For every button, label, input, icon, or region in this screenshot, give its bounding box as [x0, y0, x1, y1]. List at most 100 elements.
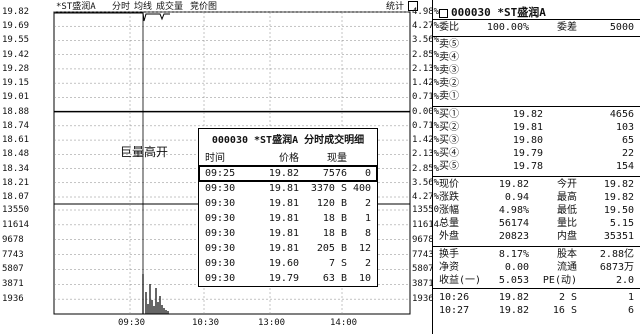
sell-level-cell: 卖② — [439, 78, 459, 89]
time-tick-label: 09:30 — [118, 318, 146, 328]
quote-stat-row-cell: 56174 — [498, 218, 529, 229]
buy-level-cell: 19.80 — [512, 135, 543, 146]
detail-cell: 19.79 — [268, 273, 299, 284]
buy-level-cell: 买③ — [439, 135, 459, 146]
price-tick-label: 18.74 — [2, 120, 30, 131]
pct-tick-label: 2.13% — [412, 63, 440, 74]
detail-cell: 19.81 — [268, 183, 299, 194]
detail-row[interactable]: 09:30 19.79 63 B 10 — [199, 271, 377, 286]
quote-stat-row: 现价 19.82 今开 19.82 — [439, 179, 634, 191]
pct-tick-label: 4.98% — [412, 7, 440, 17]
sell-level-cell — [473, 39, 543, 51]
tick-cell: 1 — [627, 292, 634, 303]
buy-level: 买② 19.81 103 — [439, 122, 634, 134]
pct-tick-label: 4.27% — [412, 21, 440, 32]
quote-stat-row-cell: 20823 — [498, 231, 529, 242]
sell-level-cell — [543, 52, 634, 64]
quote-stat-row-cell: 19.82 — [603, 192, 634, 203]
weicha-label: 委差 — [557, 22, 577, 33]
detail-row[interactable]: 09:30 19.60 7 S 2 — [199, 256, 377, 271]
sell-level-cell — [543, 91, 634, 103]
quote-stat-row-cell: 现价 — [439, 179, 459, 190]
detail-row[interactable]: 09:30 19.81 3370 S 400 — [199, 181, 377, 196]
detail-cell: 19.81 — [268, 213, 299, 224]
detail-cell: 19.81 — [268, 243, 299, 254]
tick-cell: 19.82 — [498, 305, 529, 316]
sell-level-cell — [543, 39, 634, 51]
pct-tick-label: 0.71% — [412, 92, 440, 103]
pct-tick-label: 2.13% — [412, 149, 440, 160]
time-tick-label: 10:30 — [192, 318, 220, 328]
detail-cell: 18 B — [322, 228, 347, 239]
detail-cell: 09:30 — [205, 213, 236, 224]
detail-cell: 120 B — [316, 198, 347, 209]
volume-tick-label-right: 7743 — [412, 249, 434, 260]
quote-stat-row-cell: 19.82 — [603, 179, 634, 190]
popup-header-row: 时间 价格 现量 — [199, 147, 377, 166]
detail-row[interactable]: 09:30 19.81 18 B 1 — [199, 211, 377, 226]
detail-cell: 2 — [364, 198, 371, 209]
quote-stat-row-cell: 最高 — [557, 192, 577, 203]
col-volume: 现量 — [327, 153, 347, 164]
volume-tick-label-right: 9678 — [412, 234, 434, 245]
price-tick-label: 18.48 — [2, 149, 30, 160]
stats-button[interactable]: 统计 — [386, 2, 404, 12]
chart-tab-junxian[interactable]: 均线 — [134, 2, 152, 12]
detail-cell: 205 B — [316, 243, 347, 254]
price-tick-label: 18.34 — [2, 163, 30, 174]
quote-stat-row: 涨幅 4.98% 最低 19.50 — [439, 205, 634, 217]
quote-stat-row-2-cell: 5.053 — [498, 275, 529, 286]
buy-level-cell: 19.79 — [512, 148, 543, 159]
volume-tick-label-right: 13550 — [412, 205, 440, 215]
chart-title-name: *ST盛润A — [56, 2, 96, 12]
quote-stat-row-2-cell: 0.00 — [504, 262, 529, 273]
weicha-value: 5000 — [609, 22, 634, 33]
buy-level: 买③ 19.80 65 — [439, 135, 634, 147]
quote-stat-row-cell: 5.15 — [609, 218, 634, 229]
volume-tick-label: 3871 — [2, 279, 24, 290]
detail-cell: 10 — [358, 273, 371, 284]
time-tick-label: 13:00 — [258, 318, 286, 328]
quote-stat-row-cell: 19.82 — [498, 179, 529, 190]
quote-stat-row-cell: 19.50 — [603, 205, 634, 216]
tick-cell: 10:27 — [439, 305, 470, 316]
detail-row[interactable]: 09:30 19.81 120 B 2 — [199, 196, 377, 211]
buy-level-cell: 19.78 — [512, 161, 543, 172]
chart-tab-volume[interactable]: 成交量 — [156, 2, 183, 12]
sell-level-cell — [473, 52, 543, 64]
sell-level-cell: 卖① — [439, 91, 459, 102]
quote-stat-row-cell: 涨幅 — [439, 205, 459, 216]
quote-stat-row-2-cell: 2.0 — [615, 275, 634, 286]
detail-cell: 09:30 — [205, 228, 236, 239]
volume-tick-label-right: 3871 — [412, 279, 434, 290]
detail-row-highlighted[interactable]: 09:25 19.82 7576 0 — [198, 165, 378, 182]
price-tick-label: 19.01 — [2, 92, 30, 103]
sell-level: 卖② — [439, 78, 634, 90]
chart-tab-fenshi[interactable]: 分时 — [112, 2, 130, 12]
volume-tick-label-right: 11614 — [412, 219, 440, 230]
panel-name: *ST盛润A — [497, 6, 546, 19]
quote-stat-row-cell: 今开 — [557, 179, 577, 190]
detail-cell: 7576 — [322, 168, 347, 179]
pct-tick-label: 1.42% — [412, 78, 440, 89]
detail-cell: 19.82 — [268, 168, 299, 179]
detail-cell: 19.81 — [268, 228, 299, 239]
pct-tick-label: 4.27% — [412, 192, 440, 202]
detail-row[interactable]: 09:30 19.81 18 B 8 — [199, 226, 377, 241]
volume-tick-label-right: 5807 — [412, 264, 434, 275]
panel-code: 000030 — [451, 6, 491, 19]
sell-level-cell: 卖⑤ — [439, 39, 459, 50]
tick-cell: 10:26 — [439, 292, 470, 303]
price-line — [54, 12, 170, 22]
quote-stat-row-2-cell: 收益(一) — [439, 275, 482, 286]
buy-level-cell: 22 — [621, 148, 634, 159]
volume-tick-label: 11614 — [2, 219, 30, 230]
detail-row[interactable]: 09:30 19.81 205 B 12 — [199, 241, 377, 256]
price-tick-label: 19.55 — [2, 35, 30, 46]
chart-tab-auction[interactable]: 竞价图 — [190, 2, 217, 12]
time-tick-label: 14:00 — [330, 318, 358, 328]
tick-cell: 6 — [627, 305, 634, 316]
buy-level: 买⑤ 19.78 154 — [439, 161, 634, 173]
quote-stat-row-cell: 0.94 — [504, 192, 529, 203]
quote-stat-row-2-cell: 6873万 — [599, 262, 634, 273]
